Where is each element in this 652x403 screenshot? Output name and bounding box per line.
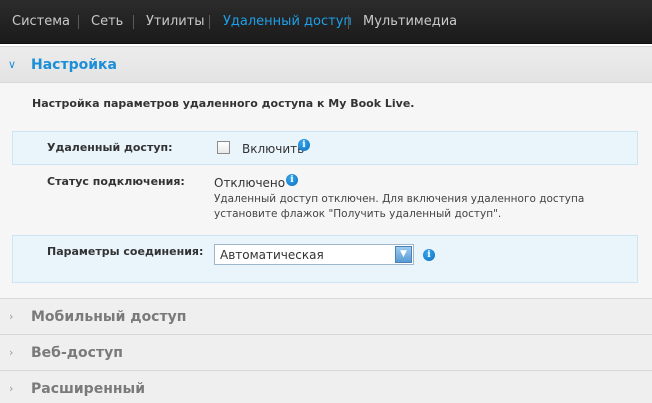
info-icon[interactable]: i <box>423 249 435 261</box>
connection-status-value: Отключено <box>214 176 286 190</box>
nav-separator <box>78 15 79 29</box>
advanced-panel-header[interactable]: › Расширенный <box>0 370 652 403</box>
nav-separator <box>209 15 210 29</box>
chevron-right-icon: › <box>9 382 14 395</box>
nav-separator <box>133 15 134 29</box>
nav-item-remote-access[interactable]: Удаленный доступ <box>223 14 352 30</box>
web-access-panel-header[interactable]: › Веб-доступ <box>0 334 652 371</box>
top-navigation: Система Сеть Утилиты Удаленный доступ Му… <box>0 0 652 44</box>
connection-mode-select[interactable]: Автоматическая ▼ <box>214 244 414 265</box>
nav-item-system[interactable]: Система <box>12 14 70 30</box>
nav-item-multimedia[interactable]: Мультимедиа <box>363 14 457 30</box>
chevron-down-icon[interactable]: ▼ <box>395 246 412 263</box>
nav-separator <box>348 15 349 29</box>
nav-item-network[interactable]: Сеть <box>91 14 123 30</box>
chevron-right-icon: › <box>9 346 14 359</box>
connection-status-label: Статус подключения: <box>47 175 185 188</box>
settings-panel-title: Настройка <box>31 57 117 73</box>
advanced-panel-title: Расширенный <box>31 381 146 397</box>
mobile-access-panel-header[interactable]: › Мобильный доступ <box>0 298 652 335</box>
connection-params-label: Параметры соединения: <box>47 245 204 258</box>
chevron-right-icon: › <box>9 310 14 323</box>
remote-access-checkbox-label[interactable]: Включить <box>242 142 304 156</box>
settings-panel-header[interactable]: ∨ Настройка <box>0 46 652 83</box>
nav-item-utilities[interactable]: Утилиты <box>146 14 205 30</box>
chevron-down-icon: ∨ <box>8 58 17 71</box>
settings-description: Настройка параметров удаленного доступа … <box>32 97 415 110</box>
mobile-access-panel-title: Мобильный доступ <box>31 309 187 325</box>
remote-access-label: Удаленный доступ: <box>47 141 173 154</box>
status-note-line2: установите флажок "Получить удаленный до… <box>214 208 502 220</box>
connection-mode-value: Автоматическая <box>220 248 324 262</box>
status-note-line1: Удаленный доступ отключен. Для включения… <box>214 193 585 205</box>
info-icon[interactable]: i <box>298 139 310 151</box>
remote-access-checkbox[interactable] <box>217 141 230 154</box>
info-icon[interactable]: i <box>286 174 298 186</box>
web-access-panel-title: Веб-доступ <box>31 345 123 361</box>
